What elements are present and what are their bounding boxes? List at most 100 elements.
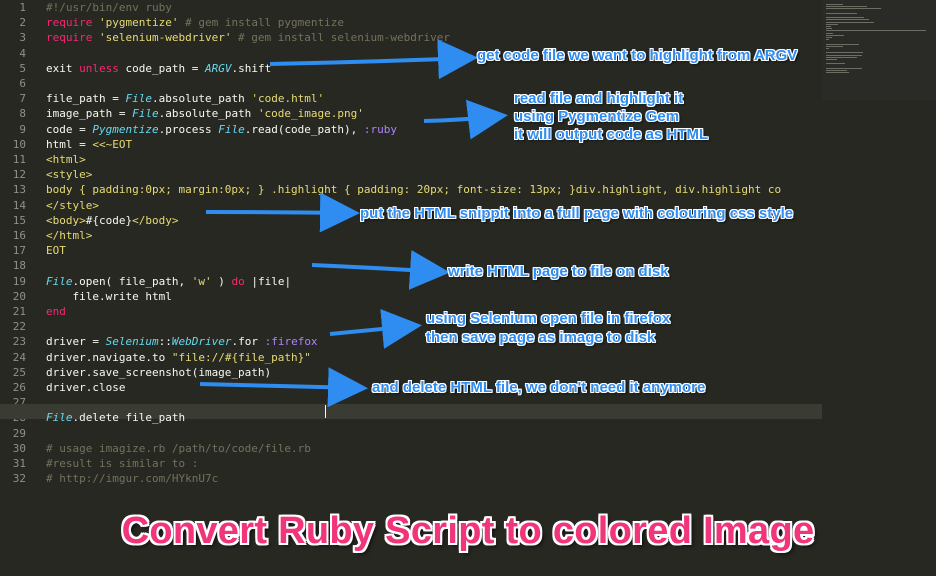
code-token: :firefox bbox=[264, 335, 318, 349]
line-number: 31 bbox=[12, 457, 26, 470]
annotation-selenium-open: using Selenium open file in firefox bbox=[426, 310, 671, 327]
code-line[interactable]: html = <<~EOT bbox=[46, 137, 132, 152]
minimap-line bbox=[826, 23, 838, 25]
minimap-line bbox=[826, 63, 845, 65]
code-line[interactable]: require 'pygmentize' # gem install pygme… bbox=[46, 15, 344, 30]
annotation-argv: get code file we want to highlight from … bbox=[477, 47, 798, 64]
line-number: 22 bbox=[12, 320, 26, 334]
code-line[interactable]: <style> bbox=[46, 167, 92, 182]
code-line[interactable]: driver = Selenium::WebDriver.for :firefo… bbox=[46, 334, 318, 349]
code-token: ) bbox=[211, 274, 232, 288]
code-line[interactable]: exit unless code_path = ARGV.shift bbox=[46, 61, 271, 76]
code-token: driver.save_screenshot(image_path) bbox=[46, 365, 272, 379]
minimap-line bbox=[826, 19, 870, 21]
code-line[interactable]: end bbox=[46, 304, 66, 319]
minimap[interactable] bbox=[822, 0, 936, 100]
code-token: </body> bbox=[132, 213, 179, 227]
code-token: file_path = bbox=[46, 92, 126, 106]
line-number: 15 bbox=[12, 213, 26, 227]
code-token: image_path = bbox=[46, 107, 133, 121]
code-line[interactable]: #result is similar to : bbox=[46, 456, 198, 471]
line-number: 21 bbox=[12, 305, 26, 318]
minimap-line bbox=[826, 17, 864, 19]
line-number: 3 bbox=[19, 31, 26, 45]
code-line[interactable]: driver.save_screenshot(image_path) bbox=[46, 365, 271, 380]
annotation-save-image: then save page as image to disk bbox=[426, 329, 656, 346]
annotation-delete-file: and delete HTML file, we don't need it a… bbox=[372, 379, 706, 396]
code-token: EOT bbox=[46, 244, 66, 258]
code-token: do bbox=[231, 274, 245, 288]
code-token: driver.close bbox=[46, 381, 126, 394]
code-line[interactable]: image_path = File.absolute_path 'code_im… bbox=[46, 106, 364, 121]
code-token: :ruby bbox=[363, 122, 398, 136]
line-number: 17 bbox=[12, 244, 26, 258]
line-number: 7 bbox=[19, 92, 26, 106]
line-number: 8 bbox=[19, 107, 26, 121]
code-line[interactable]: File.open( file_path, 'w' ) do |file| bbox=[46, 274, 291, 289]
code-token: Pygmentize bbox=[92, 122, 159, 136]
code-line[interactable]: file_path = File.absolute_path 'code.htm… bbox=[46, 91, 324, 106]
code-token: File bbox=[218, 122, 245, 136]
code-line[interactable]: code = Pygmentize.process File.read(code… bbox=[46, 122, 397, 137]
code-editor[interactable]: 1 2 3 4 5 6 7 8 9 10 11 12 13 14 15 16 17 18 19 20 21 22 23 24 2… bbox=[0, 0, 936, 576]
minimap-line bbox=[826, 67, 862, 69]
line-number: 25 bbox=[12, 365, 26, 379]
annotation-pygmentize: using Pygmentize Gem bbox=[514, 108, 680, 125]
code-token: .absolute_path bbox=[151, 92, 252, 106]
annotation-output-html: it will output code as HTML bbox=[514, 126, 709, 143]
code-token: 'code.html' bbox=[251, 92, 325, 106]
code-token: <style> bbox=[46, 168, 93, 182]
code-line[interactable]: File.delete file_path bbox=[46, 410, 185, 425]
line-number: 6 bbox=[19, 77, 26, 90]
code-line[interactable]: </html> bbox=[46, 228, 92, 243]
minimap-line bbox=[826, 70, 847, 71]
code-token: .process bbox=[158, 122, 219, 136]
minimap-line bbox=[826, 26, 832, 27]
minimap-line bbox=[826, 37, 833, 38]
code-token: <html> bbox=[46, 153, 86, 166]
code-token: code = bbox=[46, 122, 93, 136]
code-token: <<~EOT bbox=[92, 137, 133, 151]
code-line[interactable]: file.write html bbox=[46, 289, 172, 304]
code-token: .open( file_path, bbox=[72, 274, 192, 288]
code-line[interactable]: EOT bbox=[46, 243, 66, 258]
line-number: 14 bbox=[12, 198, 26, 212]
code-token: end bbox=[46, 305, 66, 318]
code-line[interactable]: <html> bbox=[46, 152, 86, 167]
code-token: #result is similar to : bbox=[46, 457, 199, 470]
code-token: .read(code_path), bbox=[244, 122, 364, 136]
code-line[interactable]: #!/usr/bin/env ruby bbox=[46, 0, 172, 15]
code-line[interactable]: body { padding:0px; margin:0px; } .highl… bbox=[46, 182, 781, 197]
minimap-line bbox=[826, 12, 857, 14]
code-line[interactable]: <body>#{code}</body> bbox=[46, 213, 178, 228]
code-token: 'selenium-webdriver' bbox=[98, 31, 232, 45]
code-token: .delete file_path bbox=[72, 411, 186, 425]
code-token: 'code_image.png' bbox=[257, 107, 364, 121]
code-line[interactable]: # usage imagize.rb /path/to/code/file.rb bbox=[46, 441, 311, 456]
line-number: 30 bbox=[12, 441, 26, 455]
minimap-line bbox=[826, 8, 881, 10]
line-number: 13 bbox=[12, 183, 26, 197]
code-token: ARGV bbox=[204, 61, 232, 75]
minimap-line bbox=[826, 39, 829, 41]
code-line[interactable]: </style> bbox=[46, 198, 99, 213]
code-token: # gem install selenium-webdriver bbox=[231, 31, 450, 45]
code-token: "file://#{file_path}" bbox=[171, 350, 311, 364]
code-line[interactable]: # http://imgur.com/HYknU7c bbox=[46, 471, 218, 486]
minimap-line bbox=[826, 32, 834, 34]
code-line[interactable]: driver.navigate.to "file://#{file_path}" bbox=[46, 350, 311, 365]
code-token: File bbox=[125, 92, 152, 106]
line-number: 19 bbox=[12, 274, 26, 288]
code-line[interactable]: require 'selenium-webdriver' # gem insta… bbox=[46, 30, 450, 45]
line-number: 12 bbox=[12, 168, 26, 182]
minimap-line bbox=[826, 59, 837, 60]
annotation-write-file: write HTML page to file on disk bbox=[448, 263, 669, 280]
code-token: </html> bbox=[46, 229, 93, 242]
minimap-line bbox=[826, 28, 833, 30]
code-token: #{code} bbox=[85, 213, 133, 227]
annotation-full-page: put the HTML snippit into a full page wi… bbox=[360, 205, 794, 222]
code-token: file.write html bbox=[46, 289, 172, 303]
minimap-line bbox=[826, 43, 860, 45]
code-token: </style> bbox=[46, 198, 99, 212]
code-line[interactable]: driver.close bbox=[46, 380, 125, 395]
